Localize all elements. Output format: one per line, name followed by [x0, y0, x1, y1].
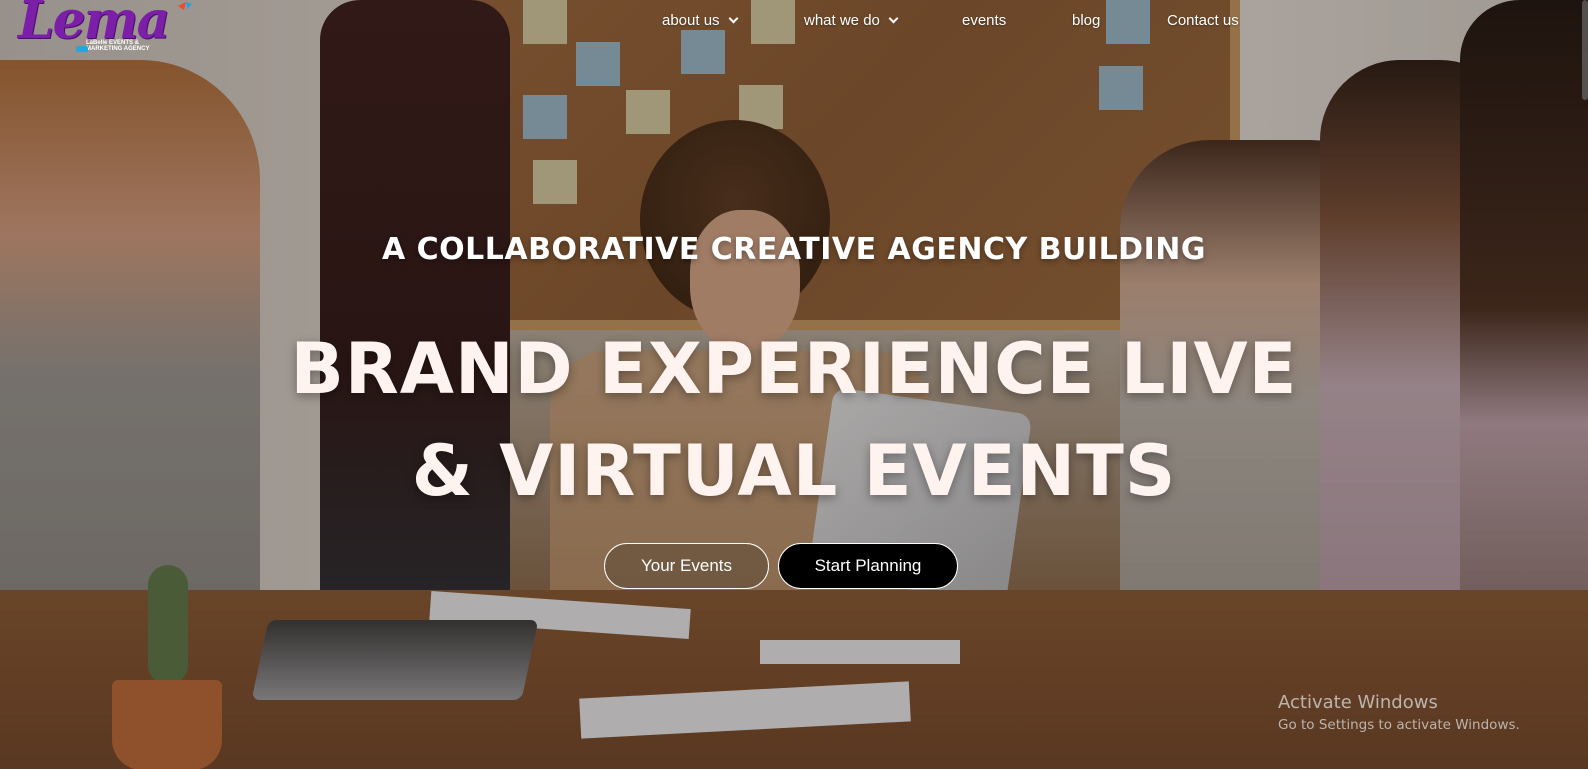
nav-item-blog[interactable]: blog [1072, 12, 1100, 29]
your-events-button[interactable]: Your Events [604, 543, 769, 589]
page-scrollbar[interactable] [1582, 0, 1588, 100]
nav-item-label: events [962, 12, 1007, 29]
nav-item-contact-us[interactable]: Contact us [1167, 12, 1239, 29]
logo-accent [76, 46, 88, 52]
start-planning-button[interactable]: Start Planning [778, 543, 958, 589]
logo-spark-icon [178, 2, 192, 10]
windows-activation-watermark: Activate Windows Go to Settings to activ… [1278, 692, 1520, 733]
hero-title: BRAND EXPERIENCE LIVE & VIRTUAL EVENTS [0, 318, 1588, 522]
nav-item-label: Contact us [1167, 12, 1239, 29]
chevron-down-icon [728, 13, 738, 24]
activation-title: Activate Windows [1278, 692, 1438, 713]
nav-item-what-we-do[interactable]: what we do [804, 12, 899, 29]
nav-item-about-us[interactable]: about us [662, 12, 738, 29]
hero-kicker: A COLLABORATIVE CREATIVE AGENCY BUILDING [382, 232, 1206, 267]
chevron-down-icon [888, 13, 899, 24]
nav-item-label: about us [662, 12, 720, 29]
logo-tagline: LaBelle EVENTS & MARKETING AGENCY [86, 40, 150, 52]
activation-subtitle: Go to Settings to activate Windows. [1278, 717, 1520, 733]
nav-item-events[interactable]: events [962, 12, 1006, 29]
hero-title-line-1: BRAND EXPERIENCE LIVE [290, 328, 1298, 410]
nav-item-label: what we do [804, 12, 880, 29]
nav-item-label: blog [1072, 12, 1101, 29]
hero-title-line-2: & VIRTUAL EVENTS [411, 430, 1177, 512]
brand-logo[interactable]: Lema LaBelle EVENTS & MARKETING AGENCY [18, 0, 193, 58]
